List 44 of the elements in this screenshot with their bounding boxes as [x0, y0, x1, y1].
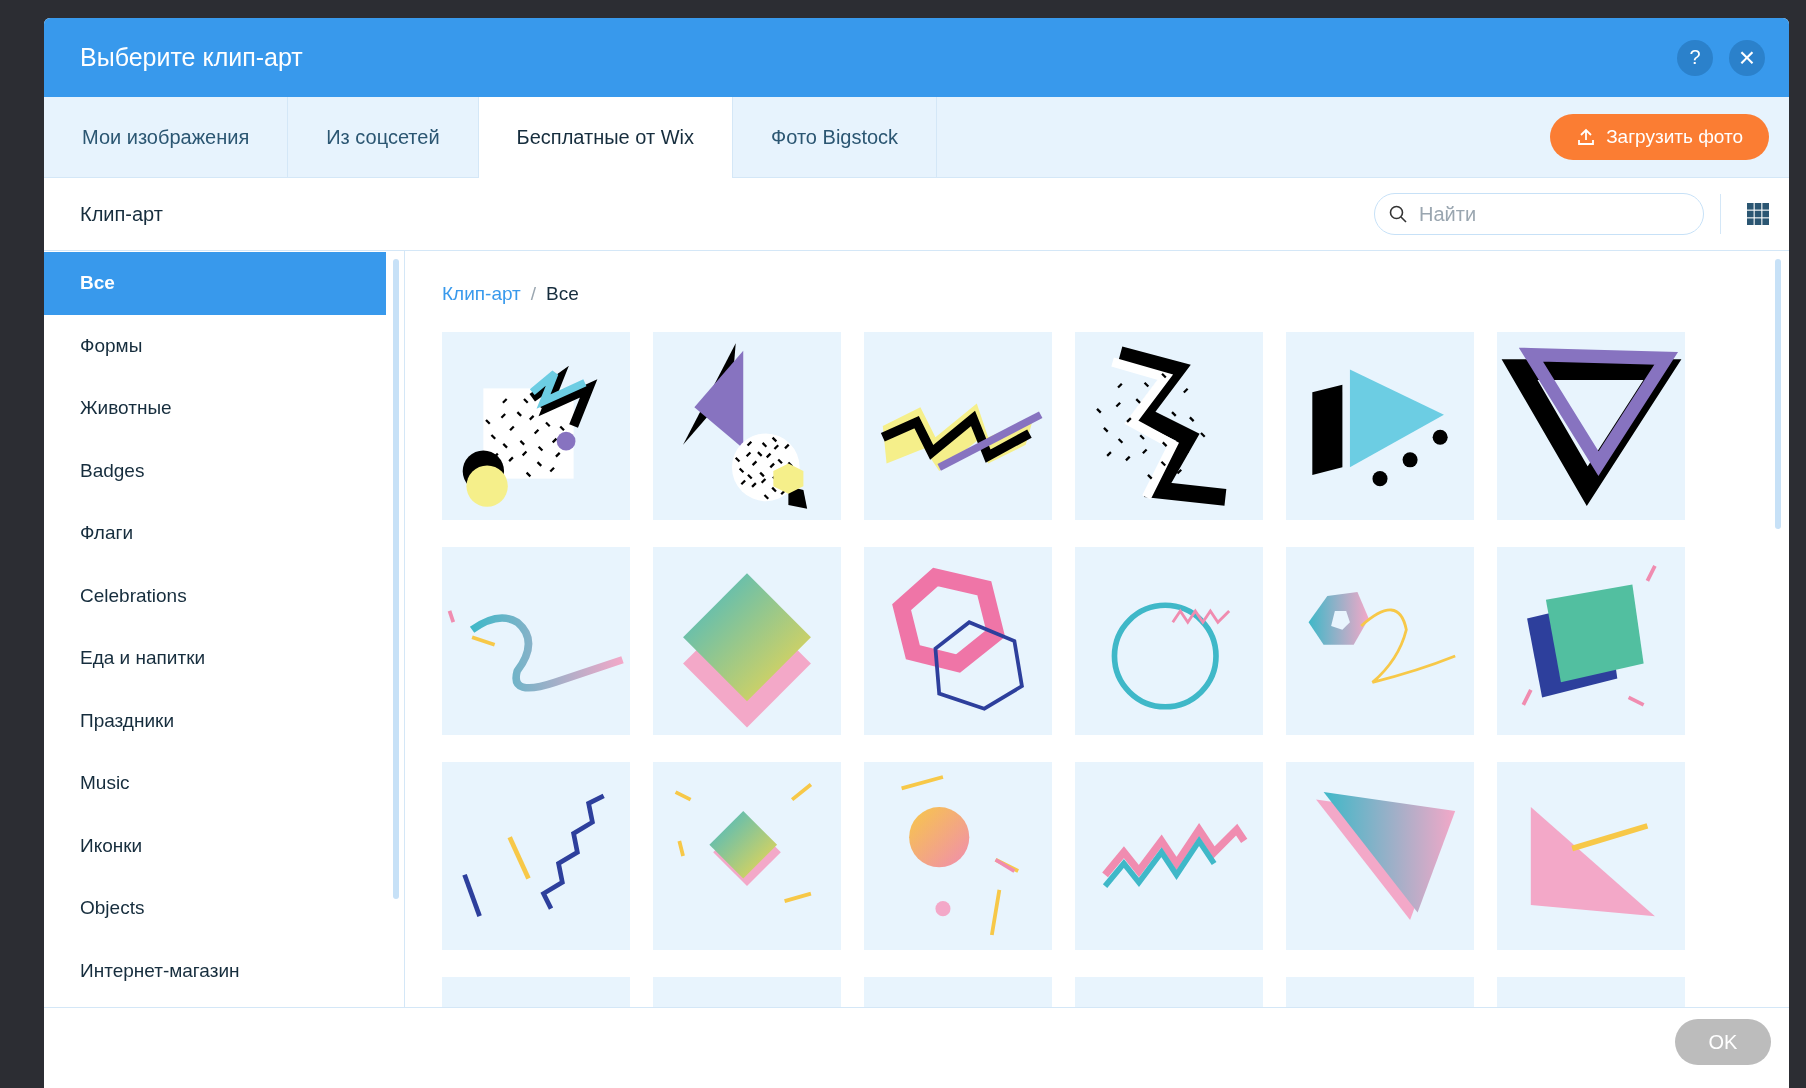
category-item[interactable]: Флаги	[44, 502, 386, 565]
category-item[interactable]: Objects	[44, 877, 386, 940]
upload-icon	[1576, 127, 1597, 147]
clipart-thumbnail[interactable]	[653, 547, 841, 735]
grid-view-icon[interactable]	[1747, 203, 1769, 225]
search-field[interactable]: Найти	[1374, 193, 1704, 235]
category-item[interactable]: Еда и напитки	[44, 627, 386, 690]
clipart-thumbnail[interactable]	[864, 332, 1052, 520]
close-button[interactable]: ×	[1729, 39, 1765, 76]
clipart-thumbnail[interactable]	[1075, 762, 1263, 950]
category-item[interactable]: Праздники	[44, 689, 386, 752]
category-item[interactable]: Иконки	[44, 814, 386, 877]
breadcrumb-separator: /	[530, 283, 537, 305]
category-item[interactable]: Music	[44, 752, 386, 815]
category-item[interactable]: Celebrations	[44, 564, 386, 627]
clipart-thumbnail[interactable]	[1286, 332, 1474, 520]
tab[interactable]: Фото Bigstock	[733, 97, 938, 177]
clipart-thumbnail[interactable]	[1286, 762, 1474, 950]
tab[interactable]: Мои изображения	[44, 97, 289, 177]
clipart-thumbnail[interactable]	[864, 762, 1052, 950]
category-item[interactable]: Формы	[44, 314, 386, 377]
scrollbar-thumb[interactable]	[1775, 259, 1781, 529]
help-button[interactable]: ?	[1677, 39, 1713, 76]
category-item[interactable]: Животные	[44, 377, 386, 440]
breadcrumb-current: Все	[546, 283, 579, 305]
clipart-thumbnail[interactable]	[442, 332, 630, 520]
clipart-thumbnail[interactable]	[442, 762, 630, 950]
clipart-thumbnail[interactable]	[864, 547, 1052, 735]
section-title: Клип-арт	[80, 202, 163, 226]
clipart-thumbnail[interactable]	[1075, 547, 1263, 735]
clipart-thumbnail[interactable]	[1497, 547, 1685, 735]
tab[interactable]: Бесплатные от Wix	[478, 97, 734, 178]
clipart-thumbnail[interactable]	[1497, 762, 1685, 950]
clipart-thumbnail[interactable]	[1286, 547, 1474, 735]
dialog-title: Выберите клип-арт	[80, 43, 303, 72]
category-item[interactable]: Badges	[44, 439, 386, 502]
scrollbar-thumb[interactable]	[393, 259, 399, 899]
tab[interactable]: Из соцсетей	[288, 97, 479, 177]
clipart-thumbnail[interactable]	[1497, 332, 1685, 520]
category-item[interactable]: Интернет-магазин	[44, 939, 386, 1002]
clipart-thumbnail[interactable]	[653, 762, 841, 950]
clipart-thumbnail[interactable]	[1075, 332, 1263, 520]
clipart-thumbnail[interactable]	[442, 547, 630, 735]
clipart-thumbnail[interactable]	[653, 332, 841, 520]
